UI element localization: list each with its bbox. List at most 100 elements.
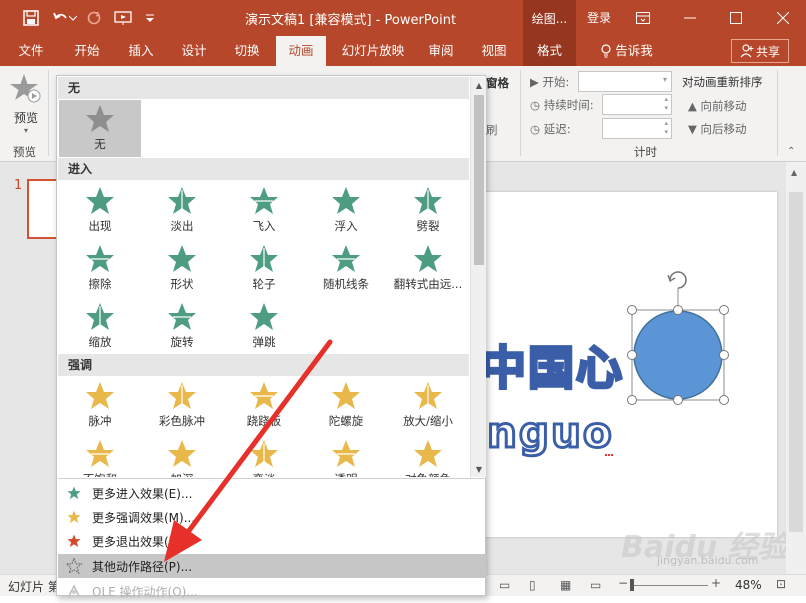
clock-icon: ◷ bbox=[530, 98, 544, 112]
emphasis-effect-7[interactable]: 加深 bbox=[141, 435, 223, 477]
move-earlier-label: 向前移动 bbox=[700, 99, 747, 113]
timing-group-label: 计时 bbox=[634, 145, 657, 159]
delay-label: 延迟: bbox=[543, 122, 571, 136]
clock-icon: ◷ bbox=[530, 122, 544, 136]
start-slideshow-icon[interactable] bbox=[113, 8, 133, 28]
emphasis-effect-5[interactable]: 放大/缩小 bbox=[387, 377, 469, 433]
tab-review[interactable]: 审阅 bbox=[418, 36, 464, 66]
zoom-slider-thumb[interactable] bbox=[630, 579, 634, 591]
emphasis-effect-1[interactable]: 脉冲 bbox=[59, 377, 141, 433]
more-motion-paths[interactable]: 其他动作路径(P)... bbox=[58, 554, 486, 578]
undo-dropdown-icon[interactable] bbox=[68, 8, 78, 28]
emphasis-effect-6[interactable]: 不饱和 bbox=[59, 435, 141, 477]
tab-animations[interactable]: 动画 bbox=[276, 36, 326, 66]
context-tab-title: 绘图... bbox=[523, 0, 576, 36]
gold-star-icon bbox=[250, 382, 278, 409]
ole-action-verbs[interactable]: OLE 操作动作(O)... bbox=[58, 579, 486, 603]
spinner-icon: ▴ ▾ bbox=[664, 119, 668, 136]
delay-input[interactable]: ▴ ▾ bbox=[602, 118, 672, 139]
scroll-down-icon[interactable]: ▼ bbox=[471, 461, 487, 477]
tab-file[interactable]: 文件 bbox=[8, 36, 54, 66]
scroll-thumb[interactable] bbox=[474, 95, 484, 265]
green-star-icon bbox=[62, 486, 86, 500]
emphasis-effect-8[interactable]: 变淡 bbox=[223, 435, 305, 477]
gold-star-icon bbox=[86, 382, 114, 409]
customize-qat-icon[interactable] bbox=[142, 8, 158, 28]
preview-star-icon bbox=[10, 74, 41, 103]
scroll-up-icon[interactable]: ▲ bbox=[471, 77, 487, 93]
normal-view-icon[interactable]: ▭ bbox=[499, 578, 510, 592]
emphasis-effect-9[interactable]: 透明 bbox=[305, 435, 387, 477]
zoom-slider[interactable] bbox=[630, 585, 708, 586]
ribbon-display-icon[interactable] bbox=[620, 0, 666, 36]
zoom-level[interactable]: 48% bbox=[735, 578, 762, 592]
title-bar: 演示文稿1 [兼容模式] - PowerPoint 绘图... 登录 bbox=[0, 0, 806, 36]
spinner-icon: ▴ ▾ bbox=[664, 95, 668, 112]
more-entrance-effects[interactable]: 更多进入效果(E)... bbox=[58, 481, 486, 505]
person-add-icon bbox=[740, 44, 754, 58]
gold-star-icon bbox=[168, 440, 196, 467]
fit-to-window-icon[interactable]: ⊡ bbox=[776, 577, 786, 591]
tab-transitions[interactable]: 切换 bbox=[224, 36, 270, 66]
ribbon-divider bbox=[777, 70, 778, 156]
preview-group-label: 预览 bbox=[13, 145, 36, 159]
down-triangle-icon: ▼ bbox=[688, 122, 701, 136]
login-link[interactable]: 登录 bbox=[587, 9, 611, 26]
emphasis-effect-10[interactable]: 对象颜色 bbox=[387, 435, 469, 477]
effect-label: 对象颜色 bbox=[387, 471, 469, 477]
reorder-title: 对动画重新排序 bbox=[682, 75, 763, 89]
delay-row: ◷ 延迟: bbox=[530, 121, 571, 137]
emphasis-effect-2[interactable]: 彩色脉冲 bbox=[141, 377, 223, 433]
effect-label: 脉冲 bbox=[88, 414, 112, 428]
path-star-icon bbox=[62, 558, 86, 574]
tab-home[interactable]: 开始 bbox=[64, 36, 110, 66]
start-select[interactable]: ▾ bbox=[578, 71, 672, 92]
window-title: 演示文稿1 [兼容模式] - PowerPoint bbox=[245, 13, 457, 28]
gold-star-icon bbox=[86, 440, 114, 467]
sorter-view-icon[interactable]: ▦ bbox=[560, 578, 571, 592]
move-earlier-button[interactable]: ▲ 向前移动 bbox=[688, 98, 747, 114]
close-icon[interactable] bbox=[760, 0, 806, 36]
slide-wordart-text-1[interactable]: 中国心 bbox=[479, 332, 624, 398]
maximize-icon[interactable] bbox=[713, 0, 759, 36]
tab-design[interactable]: 设计 bbox=[171, 36, 217, 66]
menu-label: OLE 操作动作(O)... bbox=[92, 584, 198, 599]
more-emphasis-effects[interactable]: 更多强调效果(M)... bbox=[58, 505, 486, 529]
menu-label: 更多进入效果(E)... bbox=[92, 486, 193, 501]
save-icon[interactable] bbox=[21, 8, 41, 28]
menu-divider bbox=[58, 478, 486, 479]
zoom-in-icon[interactable]: + bbox=[711, 576, 721, 590]
redo-icon[interactable] bbox=[84, 8, 104, 28]
slide-wordart-text-2[interactable]: nguo bbox=[486, 407, 614, 459]
slide-scrollbar[interactable]: ▲ bbox=[786, 162, 806, 574]
ribbon-divider bbox=[48, 70, 49, 156]
zoom-out-icon[interactable]: − bbox=[618, 576, 628, 590]
reading-view-icon[interactable]: ▯ bbox=[529, 578, 536, 592]
red-star-icon bbox=[62, 534, 86, 548]
tab-format[interactable]: 格式 bbox=[523, 36, 576, 66]
effect-label: 加深 bbox=[141, 471, 223, 477]
share-button[interactable]: 共享 bbox=[731, 39, 789, 63]
more-exit-effects[interactable]: 更多退出效果(X)... bbox=[58, 529, 486, 553]
tab-view[interactable]: 视图 bbox=[471, 36, 517, 66]
minimize-icon[interactable] bbox=[667, 0, 713, 36]
move-later-button[interactable]: ▼ 向后移动 bbox=[688, 121, 747, 137]
menu-label: 其他动作路径(P)... bbox=[92, 559, 193, 574]
tell-me[interactable]: 告诉我 bbox=[592, 36, 662, 66]
scroll-up-icon[interactable]: ▲ bbox=[791, 168, 797, 177]
emphasis-effect-4[interactable]: 陀螺旋 bbox=[305, 377, 387, 433]
tab-insert[interactable]: 插入 bbox=[118, 36, 164, 66]
preview-button[interactable]: 预览 ▾ bbox=[6, 72, 46, 135]
scroll-thumb[interactable] bbox=[789, 192, 803, 532]
gold-star-icon bbox=[332, 440, 360, 467]
emphasis-effect-3[interactable]: 跷跷板 bbox=[223, 377, 305, 433]
selected-oval-shape[interactable] bbox=[624, 262, 734, 412]
move-later-label: 向后移动 bbox=[700, 122, 747, 136]
play-icon: ▶ bbox=[530, 75, 543, 89]
tab-slideshow[interactable]: 幻灯片放映 bbox=[334, 36, 412, 66]
collapse-ribbon-icon[interactable]: ⌃ bbox=[787, 146, 795, 157]
duration-input[interactable]: ▴ ▾ bbox=[602, 94, 672, 115]
gallery-scrollbar[interactable]: ▲ ▼ bbox=[470, 77, 486, 477]
slideshow-view-icon[interactable]: ▭ bbox=[590, 578, 601, 592]
gold-star-icon bbox=[414, 440, 442, 467]
